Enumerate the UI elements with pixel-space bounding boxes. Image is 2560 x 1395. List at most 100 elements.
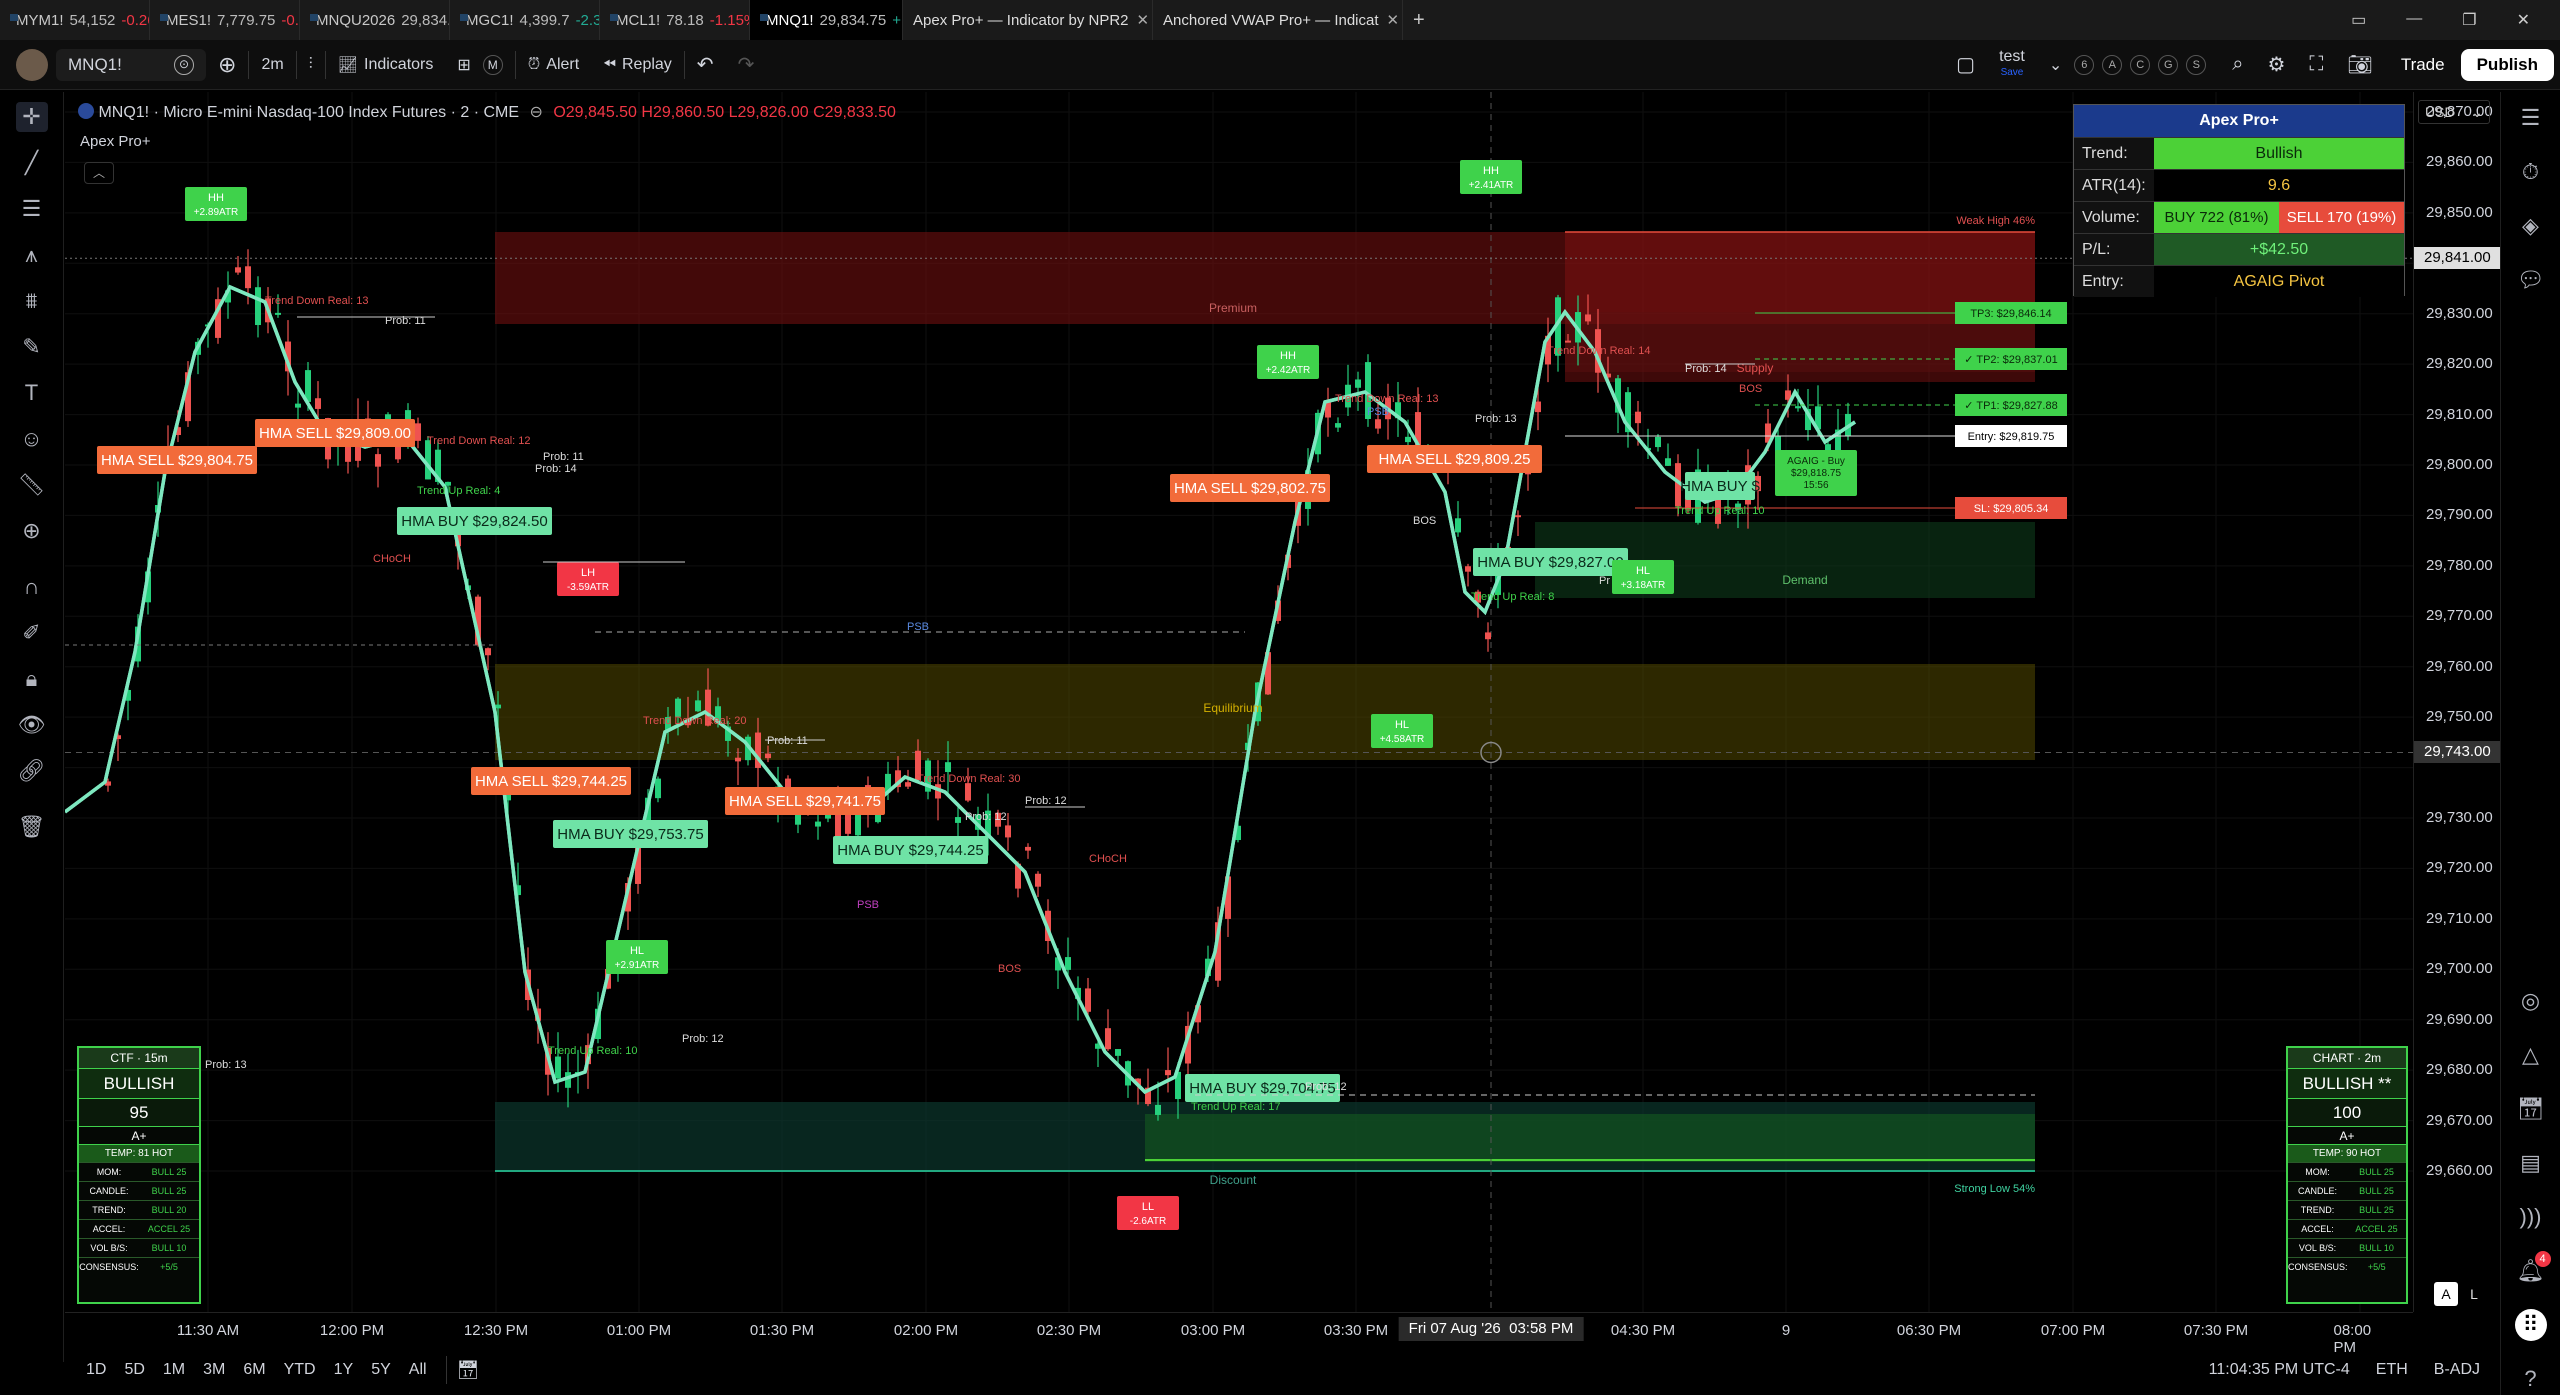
price-chart[interactable]: Premium Equilibrium Discount Demand Supply We…: [65, 92, 2413, 1312]
tab-mes1[interactable]: MES1! 7,779.75 -0.58%: [150, 0, 300, 40]
adjustment-toggle[interactable]: B-ADJ: [2434, 1361, 2480, 1379]
candle-body: [555, 1056, 561, 1079]
camera-icon[interactable]: 📷︎: [2335, 40, 2384, 90]
pattern-icon[interactable]: ⩚: [16, 240, 48, 270]
symbol-info-icon[interactable]: ⊙: [174, 54, 194, 75]
layout-name[interactable]: test Save: [1987, 40, 2037, 90]
ruler-icon[interactable]: 📏︎: [16, 470, 48, 500]
stream-icon[interactable]: ))): [2515, 1201, 2547, 1233]
calendar-icon[interactable]: 📅︎: [2515, 1093, 2547, 1125]
emoji-icon[interactable]: ☺: [16, 424, 48, 454]
layout-hotkey[interactable]: C: [2130, 54, 2151, 75]
lock-icon[interactable]: 🔒︎: [16, 664, 48, 694]
range-1d[interactable]: 1D: [77, 1361, 115, 1379]
minimize-icon[interactable]: —: [2406, 10, 2422, 30]
tab-vwap-indicator[interactable]: Anchored VWAP Pro+ — Indicat ✕: [1153, 0, 1403, 40]
tab-mym1[interactable]: MYM1! 54,152 -0.26%: [0, 0, 150, 40]
chart-type-icon[interactable]: ⫶: [297, 40, 325, 90]
tab-mgc1[interactable]: MGC1! 4,399.7 -2.33%: [450, 0, 600, 40]
fullscreen-icon[interactable]: ⛶: [2297, 40, 2335, 90]
fib-icon[interactable]: ☰: [16, 194, 48, 224]
restore-icon[interactable]: ❐: [2462, 10, 2476, 30]
goto-date-icon[interactable]: 📅︎: [457, 1360, 480, 1381]
crosshair-icon[interactable]: ✛: [15, 102, 48, 132]
layout-hotkey[interactable]: 6: [2074, 54, 2095, 75]
close-icon[interactable]: ✕: [1387, 11, 1400, 29]
metric-name: ACCEL:: [92, 1224, 126, 1234]
chart-annotation: Prob: 11: [543, 451, 584, 463]
price-tick-label: 29,830.00: [2426, 304, 2493, 322]
chat-icon[interactable]: 💬︎: [2515, 264, 2547, 296]
publish-button[interactable]: Publish: [2460, 48, 2554, 81]
currency-select[interactable]: USD ⌄: [2418, 100, 2490, 124]
time-axis[interactable]: 11:30 AM 12:00 PM 12:30 PM 01:00 PM 01:30 PM…: [65, 1312, 2413, 1356]
apps-grid-icon[interactable]: ⠿: [2514, 1309, 2547, 1341]
layout-icon[interactable]: ▭: [2351, 10, 2366, 30]
auto-scale-button[interactable]: A: [2434, 1282, 2458, 1306]
hma-buy-label: HMA BUY $29,744.25: [837, 842, 983, 859]
range-6m[interactable]: 6M: [234, 1361, 274, 1379]
forecast-icon[interactable]: ⩩: [16, 286, 48, 316]
script-icon[interactable]: M: [482, 54, 503, 75]
ideas-icon[interactable]: △: [2515, 1039, 2547, 1071]
replay-button[interactable]: ⏪︎ Replay: [591, 40, 684, 90]
range-ytd[interactable]: YTD: [275, 1361, 325, 1379]
link-icon[interactable]: 🔗︎: [16, 756, 48, 786]
indicators-button[interactable]: 📈︎ Indicators: [326, 40, 446, 90]
new-tab-button[interactable]: +: [1403, 0, 1435, 40]
tab-mcl1[interactable]: MCL1! 78.18 -1.15%: [600, 0, 750, 40]
session-toggle[interactable]: ETH: [2376, 1361, 2408, 1379]
text-icon[interactable]: T: [16, 378, 48, 408]
trash-icon[interactable]: 🗑︎: [16, 812, 48, 842]
alert-button[interactable]: ⏰︎ Alert: [516, 40, 591, 90]
help-icon[interactable]: ?: [2515, 1363, 2547, 1395]
range-3m[interactable]: 3M: [194, 1361, 234, 1379]
notifications-icon[interactable]: 🔔︎ 4: [2515, 1251, 2551, 1287]
undo-icon[interactable]: ↶: [685, 40, 726, 90]
close-window-icon[interactable]: ✕: [2517, 10, 2530, 30]
price-axis[interactable]: 29,870.00 29,860.00 29,850.00 29,830.00 29,8…: [2413, 92, 2500, 1312]
range-1y[interactable]: 1Y: [325, 1361, 363, 1379]
tab-mnq1[interactable]: MNQ1! 29,834.75 +1.18%: [750, 0, 903, 40]
tab-mnqu2026[interactable]: MNQU2026 29,834.75: [300, 0, 450, 40]
chart-annotation: Prob: 14: [535, 463, 577, 475]
avatar[interactable]: [16, 48, 48, 81]
alerts-clock-icon[interactable]: ⏱︎: [2515, 156, 2547, 188]
redo-icon[interactable]: ↷: [726, 40, 767, 90]
trade-button[interactable]: Trade: [2385, 49, 2461, 81]
symbol-search[interactable]: MNQ1! ⊙: [56, 48, 206, 81]
clock[interactable]: 11:04:35 PM UTC-4: [2209, 1361, 2350, 1379]
range-1m[interactable]: 1M: [154, 1361, 194, 1379]
zoom-icon[interactable]: ⊕: [16, 516, 48, 546]
magnet-icon[interactable]: ∩: [16, 572, 48, 602]
log-scale-button[interactable]: L: [2462, 1282, 2486, 1306]
range-5y[interactable]: 5Y: [362, 1361, 400, 1379]
chevron-down-icon[interactable]: ⌄: [2037, 40, 2074, 90]
apex-row-volume: Volume: BUY 722 (81%) SELL 170 (19%): [2074, 201, 2404, 233]
tab-apex-indicator[interactable]: Apex Pro+ — Indicator by NPR2 ✕: [903, 0, 1153, 40]
eye-icon[interactable]: 👁︎: [16, 710, 48, 740]
range-5d[interactable]: 5D: [115, 1361, 153, 1379]
select-layout-icon[interactable]: ▢: [1944, 40, 1987, 90]
target-icon[interactable]: ◎: [2515, 985, 2547, 1017]
range-all[interactable]: All: [400, 1361, 436, 1379]
pencil-lock-icon[interactable]: ✐: [16, 618, 48, 648]
layout-hotkey[interactable]: A: [2102, 54, 2123, 75]
gear-icon[interactable]: ⚙: [2255, 40, 2297, 90]
trend-line-icon[interactable]: ╱: [16, 148, 48, 178]
close-icon[interactable]: ✕: [1137, 11, 1150, 29]
quick-search-icon[interactable]: ⌕: [2220, 40, 2255, 90]
layout-hotkey[interactable]: S: [2186, 54, 2207, 75]
news-icon[interactable]: ▤: [2515, 1147, 2547, 1179]
interval-button[interactable]: 2m: [249, 40, 295, 90]
collapse-legend-button[interactable]: ︿: [84, 162, 114, 184]
indicator-legend[interactable]: Apex Pro+: [80, 133, 150, 150]
layers-icon[interactable]: ◈: [2515, 210, 2547, 242]
chart-annotation: Trend Up Real: 8: [1471, 591, 1554, 603]
layouts-icon[interactable]: ⊞: [445, 40, 482, 90]
metric-value: BULL 10: [2359, 1243, 2394, 1253]
compare-symbol-icon[interactable]: ⊕: [206, 40, 248, 90]
watchlist-icon[interactable]: ☰: [2515, 102, 2547, 134]
layout-hotkey[interactable]: G: [2158, 54, 2179, 75]
brush-icon[interactable]: ✎: [16, 332, 48, 362]
